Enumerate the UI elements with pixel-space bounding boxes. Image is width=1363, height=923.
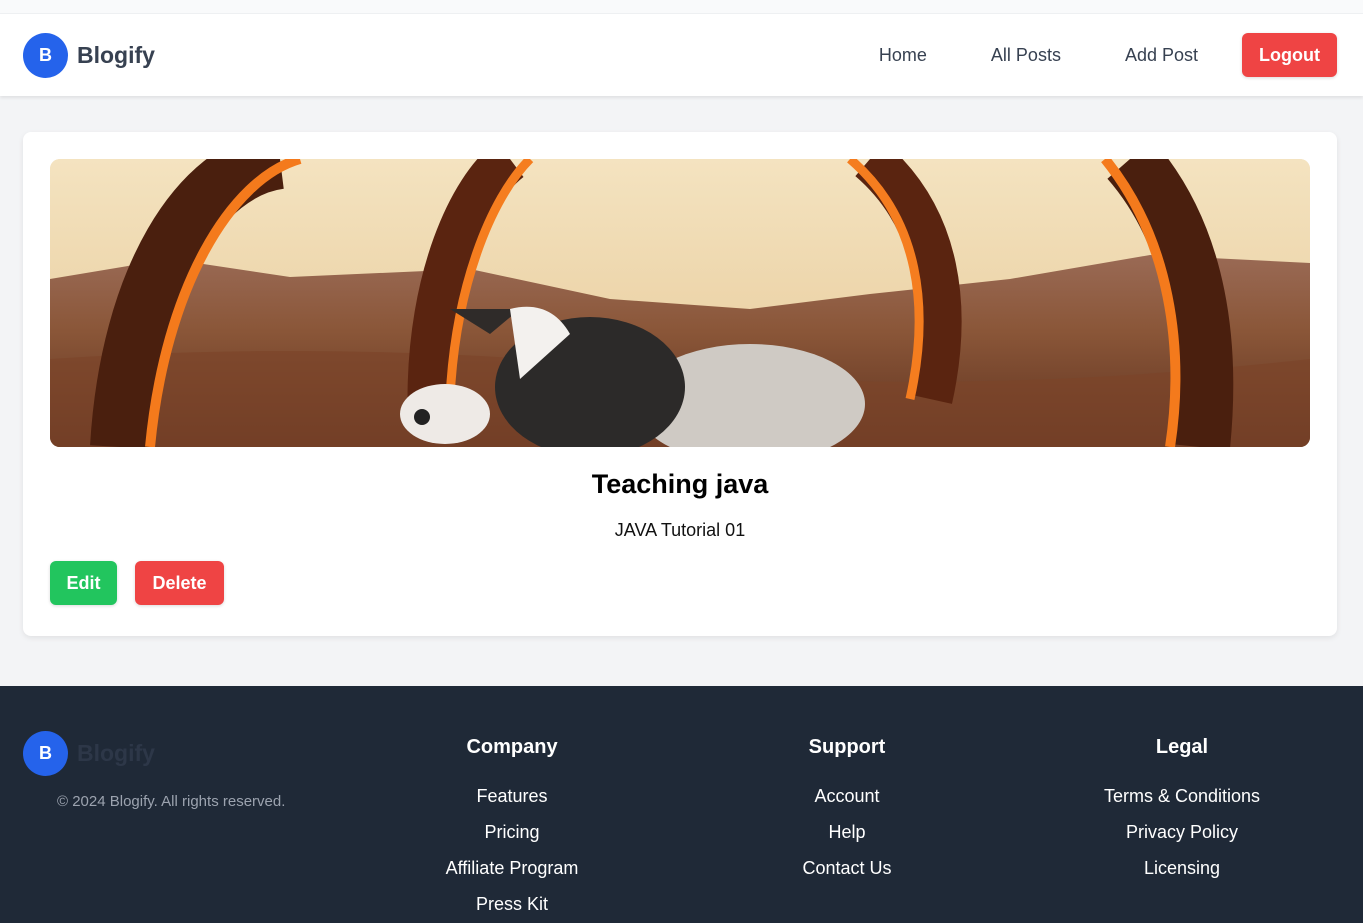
post-subtitle: JAVA Tutorial 01 bbox=[614, 520, 746, 540]
brand-name: Blogify bbox=[77, 41, 155, 68]
footer-link-account[interactable]: Account bbox=[697, 778, 997, 814]
navbar: B Blogify Home All Posts Add Post Logout bbox=[0, 14, 1363, 96]
footer-link-pricing[interactable]: Pricing bbox=[362, 814, 662, 850]
footer-link-help[interactable]: Help bbox=[697, 814, 997, 850]
footer-logo-icon: B bbox=[23, 731, 68, 776]
post-image bbox=[50, 159, 1310, 447]
main-nav: Home All Posts Add Post Logout bbox=[879, 33, 1337, 77]
footer-link-privacy[interactable]: Privacy Policy bbox=[1032, 814, 1332, 850]
footer-link-contact-us[interactable]: Contact Us bbox=[697, 850, 997, 886]
nav-all-posts[interactable]: All Posts bbox=[991, 45, 1061, 66]
nav-add-post[interactable]: Add Post bbox=[1125, 45, 1198, 66]
footer-link-press-kit[interactable]: Press Kit bbox=[362, 886, 662, 922]
edit-button[interactable]: Edit bbox=[50, 561, 117, 605]
footer-column-legal: Legal Terms & Conditions Privacy Policy … bbox=[1032, 736, 1332, 886]
footer-brand-name: Blogify bbox=[77, 740, 155, 766]
footer-column-support: Support Account Help Contact Us bbox=[697, 736, 997, 886]
footer-link-terms[interactable]: Terms & Conditions bbox=[1032, 778, 1332, 814]
logo-icon: B bbox=[23, 32, 68, 78]
nav-home[interactable]: Home bbox=[879, 45, 927, 66]
footer-column-title: Company bbox=[466, 736, 558, 758]
post-actions: Edit Delete bbox=[50, 561, 1310, 605]
copyright: © 2024 Blogify. All rights reserved. bbox=[57, 793, 286, 810]
top-strip bbox=[0, 0, 1363, 14]
footer-column-company: Company Features Pricing Affiliate Progr… bbox=[362, 736, 662, 922]
brand[interactable]: B Blogify bbox=[23, 32, 155, 78]
logout-button[interactable]: Logout bbox=[1242, 33, 1337, 77]
footer-link-features[interactable]: Features bbox=[362, 778, 662, 814]
footer: B Blogify © 2024 Blogify. All rights res… bbox=[0, 686, 1363, 923]
post-image-illustration bbox=[50, 159, 1310, 447]
footer-link-affiliate-program[interactable]: Affiliate Program bbox=[362, 850, 662, 886]
footer-column-title: Support bbox=[808, 736, 886, 758]
post-title: Teaching java bbox=[591, 469, 769, 499]
delete-button[interactable]: Delete bbox=[135, 561, 224, 605]
footer-link-licensing[interactable]: Licensing bbox=[1032, 850, 1332, 886]
footer-column-title: Legal bbox=[1155, 736, 1209, 758]
main-content: Teaching java JAVA Tutorial 01 Edit Dele… bbox=[0, 96, 1363, 686]
footer-brand[interactable]: B Blogify bbox=[23, 731, 155, 776]
post-card: Teaching java JAVA Tutorial 01 Edit Dele… bbox=[23, 132, 1337, 636]
